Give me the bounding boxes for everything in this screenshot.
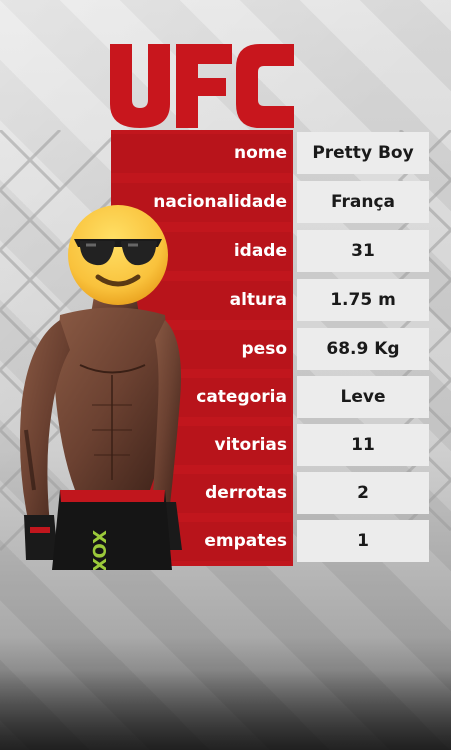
stat-value: Leve (297, 376, 429, 418)
sunglasses-emoji-icon (68, 205, 168, 305)
stat-value: 68.9 Kg (297, 328, 429, 370)
stat-label: nome (111, 134, 291, 173)
stat-value: 2 (297, 472, 429, 514)
stat-row-nome: nome Pretty Boy (111, 130, 431, 175)
stat-value: França (297, 181, 429, 223)
bottom-shade (0, 670, 451, 750)
stat-value: 1.75 m (297, 279, 429, 321)
stat-value: 1 (297, 520, 429, 562)
stat-value: Pretty Boy (297, 132, 429, 174)
stat-value: 11 (297, 424, 429, 466)
stat-value: 31 (297, 230, 429, 272)
ufc-logo (110, 44, 294, 128)
shorts-text: XOX (88, 530, 109, 570)
